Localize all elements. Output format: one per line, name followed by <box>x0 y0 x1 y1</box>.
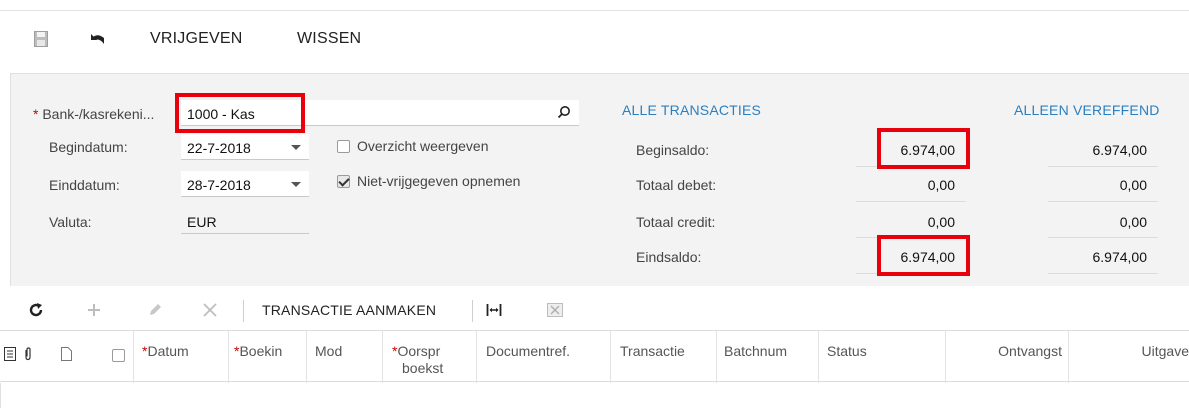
total-credit-label: Totaal credit: <box>636 214 716 230</box>
total-credit-all: 0,00 <box>927 214 955 230</box>
show-summary-label: Overzicht weergeven <box>357 138 489 154</box>
total-debit-label: Totaal debet: <box>636 177 717 193</box>
highlight-end-balance <box>877 235 970 276</box>
toolbar-separator <box>472 300 473 322</box>
column-divider <box>133 331 134 383</box>
attachment-icon[interactable] <box>18 344 38 364</box>
select-all-checkbox[interactable] <box>112 349 125 362</box>
divider <box>1048 273 1158 274</box>
show-summary-checkbox[interactable] <box>337 140 350 153</box>
column-divider <box>818 331 819 383</box>
currency-value: EUR <box>187 214 217 230</box>
tab-all-transactions[interactable]: ALLE TRANSACTIES <box>622 102 761 118</box>
total-debit-all: 0,00 <box>927 177 955 193</box>
column-header-date[interactable]: *Datum <box>142 343 222 360</box>
edit-icon[interactable] <box>145 300 165 320</box>
divider <box>1048 201 1158 202</box>
divider <box>856 201 966 202</box>
total-credit-cleared: 0,00 <box>1119 214 1147 230</box>
main-toolbar: VRIJGEVEN WISSEN <box>0 24 1189 60</box>
top-divider <box>0 10 1189 11</box>
begin-balance-cleared: 6.974,00 <box>1092 142 1148 158</box>
column-header-docref[interactable]: Documentref. <box>486 343 606 360</box>
fit-columns-icon[interactable] <box>484 300 504 320</box>
include-unreleased-label: Niet-vrijgegeven opnemen <box>357 173 521 189</box>
end-date-field[interactable]: 28-7-2018 <box>181 171 309 197</box>
column-divider <box>610 331 611 383</box>
release-button[interactable]: VRIJGEVEN <box>150 30 243 48</box>
column-divider <box>716 331 717 383</box>
end-date-label: Einddatum: <box>49 177 120 193</box>
grid-body <box>0 383 1189 408</box>
column-header-payment[interactable]: Uitgave <box>1080 343 1189 360</box>
begin-balance-label: Beginsaldo: <box>636 142 710 158</box>
refresh-icon[interactable] <box>26 300 46 320</box>
column-divider <box>306 331 307 383</box>
notes-icon[interactable] <box>0 344 20 364</box>
column-divider <box>1068 331 1069 383</box>
bank-account-label: * Bank-/kasrekeni... <box>33 106 155 122</box>
delete-icon[interactable] <box>200 300 220 320</box>
column-divider <box>945 331 946 383</box>
column-header-batchnum[interactable]: Batchnum <box>724 343 810 360</box>
total-debit-cleared: 0,00 <box>1119 177 1147 193</box>
create-transaction-button[interactable]: TRANSACTIE AANMAKEN <box>262 302 436 318</box>
chevron-down-icon[interactable] <box>291 182 301 187</box>
end-balance-cleared: 6.974,00 <box>1092 249 1148 265</box>
currency-field: EUR <box>181 208 309 234</box>
highlight-bank-account <box>175 93 305 133</box>
excel-export-icon[interactable] <box>545 300 565 320</box>
clear-button[interactable]: WISSEN <box>297 30 361 48</box>
column-divider <box>228 331 229 383</box>
column-divider <box>476 331 477 383</box>
tab-cleared-only[interactable]: ALLEEN VEREFFEND <box>1014 102 1160 118</box>
grid-toolbar: TRANSACTIE AANMAKEN <box>0 292 1189 328</box>
end-date-value: 28-7-2018 <box>187 177 251 193</box>
divider <box>1048 166 1158 167</box>
start-date-value: 22-7-2018 <box>187 140 251 156</box>
chevron-down-icon[interactable] <box>291 145 301 150</box>
column-header-original-entry[interactable]: *Oorspr boekst <box>392 343 462 377</box>
column-header-module[interactable]: Mod <box>315 343 351 360</box>
column-header-receipt[interactable]: Ontvangst <box>960 343 1062 360</box>
toolbar-separator <box>243 300 244 322</box>
highlight-begin-balance <box>877 128 970 169</box>
grid-header: *Datum *Boekin Mod *Oorspr boekst Documen… <box>0 330 1189 383</box>
divider <box>1048 237 1158 238</box>
search-icon[interactable] <box>557 105 571 122</box>
add-icon[interactable] <box>84 300 104 320</box>
include-unreleased-checkbox[interactable] <box>337 175 350 188</box>
column-divider <box>382 331 383 383</box>
currency-label: Valuta: <box>49 214 92 230</box>
column-header-status[interactable]: Status <box>827 343 917 360</box>
column-header-batch-entry[interactable]: *Boekin <box>234 343 304 360</box>
save-icon[interactable] <box>30 28 52 50</box>
end-balance-label: Eindsaldo: <box>636 249 702 265</box>
undo-icon[interactable] <box>86 28 108 50</box>
document-icon[interactable] <box>56 344 76 364</box>
column-header-transaction[interactable]: Transactie <box>620 343 712 360</box>
start-date-field[interactable]: 22-7-2018 <box>181 134 309 160</box>
start-date-label: Begindatum: <box>49 139 128 155</box>
